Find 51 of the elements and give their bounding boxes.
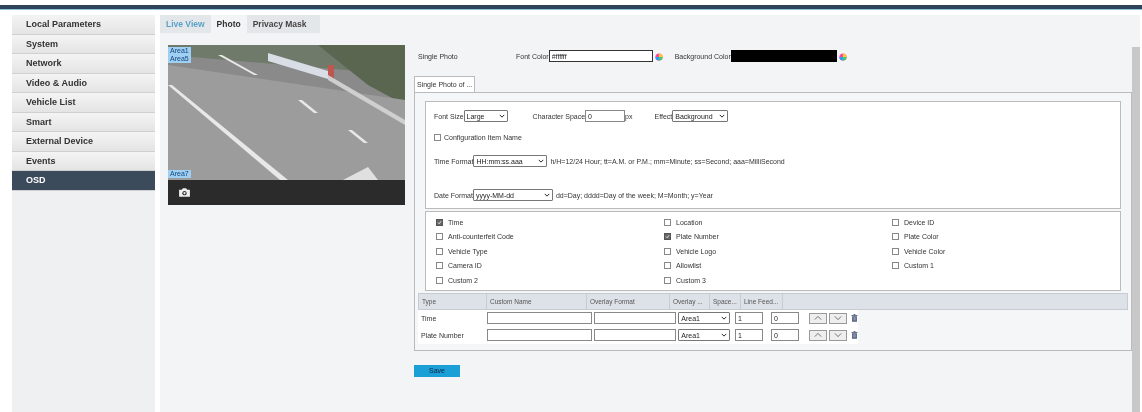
checkbox[interactable] [664, 276, 671, 284]
trash-icon[interactable] [851, 331, 858, 339]
checkbox[interactable] [434, 134, 441, 141]
chevron-down-icon [834, 332, 843, 338]
checkbox[interactable] [892, 247, 899, 255]
background-color-field[interactable] [730, 50, 837, 62]
checkbox[interactable] [664, 233, 671, 241]
checkbox[interactable] [664, 262, 671, 270]
chevron-up-icon [814, 332, 823, 338]
chevron-down-icon [834, 315, 843, 321]
color-wheel-icon[interactable] [654, 53, 663, 61]
overlay-format-field[interactable] [594, 329, 677, 341]
caret-icon [721, 333, 728, 337]
caret-icon [498, 114, 505, 118]
sidebar-item[interactable]: Video & Audio [12, 73, 155, 93]
custom-name-field[interactable] [486, 329, 593, 341]
move-down-button[interactable] [829, 312, 848, 324]
caret-icon [721, 316, 728, 320]
color-wheel-icon[interactable] [838, 53, 847, 61]
sidebar-item[interactable]: Smart [12, 112, 155, 132]
checkbox[interactable] [664, 247, 671, 255]
chevron-up-icon [814, 315, 823, 321]
sidebar-item[interactable]: Local Parameters [12, 15, 155, 35]
caret-icon [543, 193, 550, 197]
checkbox[interactable] [892, 233, 899, 241]
checkbox[interactable] [436, 233, 443, 241]
overlay-format-field[interactable] [594, 312, 677, 324]
checkbox[interactable] [892, 262, 899, 270]
checkbox[interactable] [436, 218, 443, 226]
trash-icon[interactable] [851, 314, 858, 322]
sidebar-item[interactable]: System [12, 34, 155, 54]
checkbox[interactable] [892, 218, 899, 226]
sidebar-item[interactable]: Vehicle List [12, 93, 155, 113]
checkbox[interactable] [436, 247, 443, 255]
sidebar-item[interactable]: External Device [12, 132, 155, 152]
tab[interactable]: Privacy Mask [246, 15, 313, 33]
sidebar-item[interactable]: Network [12, 54, 155, 74]
sidebar-item[interactable]: Events [12, 151, 155, 171]
checkbox[interactable] [664, 218, 671, 226]
caret-icon [719, 114, 726, 118]
sidebar-item[interactable]: OSD [12, 171, 155, 191]
custom-name-field[interactable] [486, 312, 593, 324]
checkbox[interactable] [436, 276, 443, 284]
move-up-button[interactable] [809, 329, 828, 341]
move-up-button[interactable] [809, 312, 828, 324]
camera-icon[interactable] [178, 187, 191, 198]
caret-icon [538, 159, 545, 163]
move-down-button[interactable] [829, 329, 848, 341]
tab[interactable]: Photo [210, 15, 247, 33]
scrollbar[interactable] [1132, 47, 1140, 412]
checkbox[interactable] [436, 262, 443, 270]
